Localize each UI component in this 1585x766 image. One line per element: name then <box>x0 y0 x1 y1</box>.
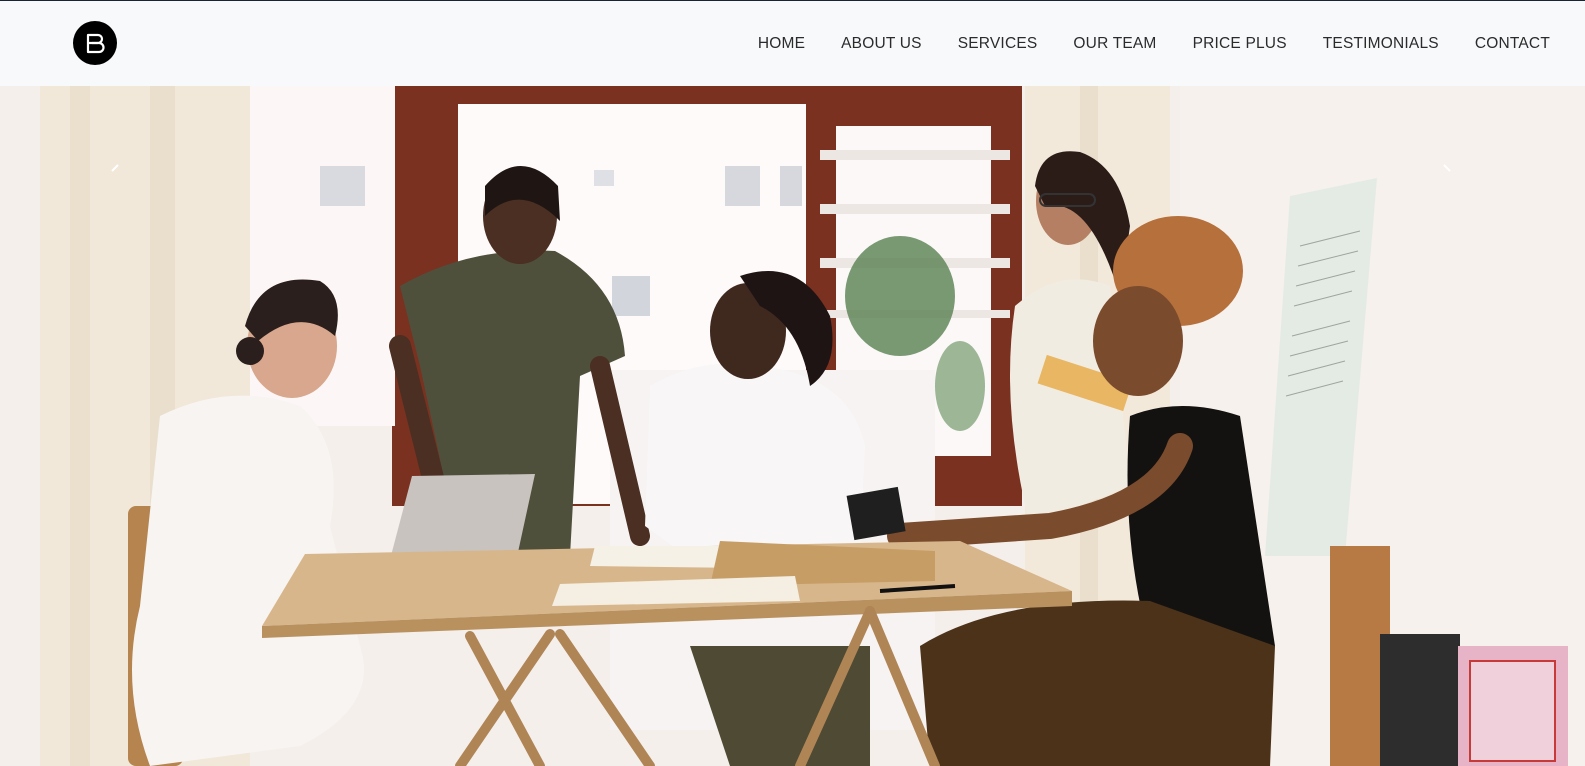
nav-about-us[interactable]: ABOUT US <box>841 35 922 53</box>
hero-image <box>0 86 1585 766</box>
logo[interactable] <box>73 21 117 65</box>
main-nav: HOME ABOUT US SERVICES OUR TEAM PRICE PL… <box>758 1 1550 86</box>
navbar: HOME ABOUT US SERVICES OUR TEAM PRICE PL… <box>0 1 1585 86</box>
letter-b-logo-icon <box>86 33 105 54</box>
nav-contact[interactable]: CONTACT <box>1475 35 1550 53</box>
chevron-right-icon[interactable] <box>1440 164 1454 178</box>
nav-home[interactable]: HOME <box>758 35 805 53</box>
nav-testimonials[interactable]: TESTIMONIALS <box>1323 35 1439 53</box>
hero-section <box>0 86 1585 766</box>
nav-price-plus[interactable]: PRICE PLUS <box>1193 35 1287 53</box>
nav-services[interactable]: SERVICES <box>958 35 1038 53</box>
nav-our-team[interactable]: OUR TEAM <box>1073 35 1156 53</box>
chevron-left-icon[interactable] <box>108 164 122 178</box>
